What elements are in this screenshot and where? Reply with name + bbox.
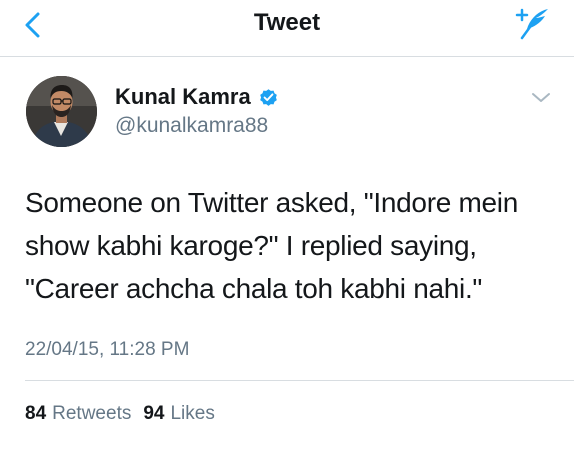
chevron-down-icon	[532, 93, 550, 102]
likes-count: 94	[143, 403, 165, 424]
tweet-text-line: Someone on Twitter asked, "Indore mein	[25, 187, 518, 218]
tweet-detail-screen: Tweet Kunal Kamra @kunalkamra88 Someone …	[0, 0, 574, 451]
author-name[interactable]: Kunal Kamra	[115, 84, 251, 110]
retweets-count: 84	[25, 403, 47, 424]
tweet-options-button[interactable]	[530, 90, 552, 106]
avatar[interactable]	[26, 76, 97, 147]
compose-tweet-icon	[515, 8, 548, 40]
page-title: Tweet	[253, 9, 321, 36]
tweet-stats: 84 Retweets 94 Likes	[25, 403, 227, 425]
tweet-text-line: show kabhi karoge?" I replied saying,	[25, 230, 477, 261]
author-name-row[interactable]: Kunal Kamra	[115, 84, 279, 110]
likes-stat[interactable]: 94 Likes	[143, 403, 215, 425]
retweets-label: Retweets	[52, 403, 132, 424]
compose-tweet-button[interactable]	[512, 4, 552, 44]
verified-badge-icon	[259, 88, 277, 106]
divider	[25, 380, 574, 381]
tweet-text-line: "Career achcha chala toh kabhi nahi."	[25, 273, 483, 304]
avatar-photo	[26, 76, 97, 147]
nav-bar: Tweet	[0, 0, 574, 57]
tweet-timestamp: 22/04/15, 11:28 PM	[25, 339, 190, 360]
retweets-stat[interactable]: 84 Retweets	[25, 403, 131, 425]
tweet-text: Someone on Twitter asked, "Indore mein s…	[25, 181, 555, 310]
likes-label: Likes	[170, 403, 215, 424]
author-handle[interactable]: @kunalkamra88	[115, 113, 268, 139]
